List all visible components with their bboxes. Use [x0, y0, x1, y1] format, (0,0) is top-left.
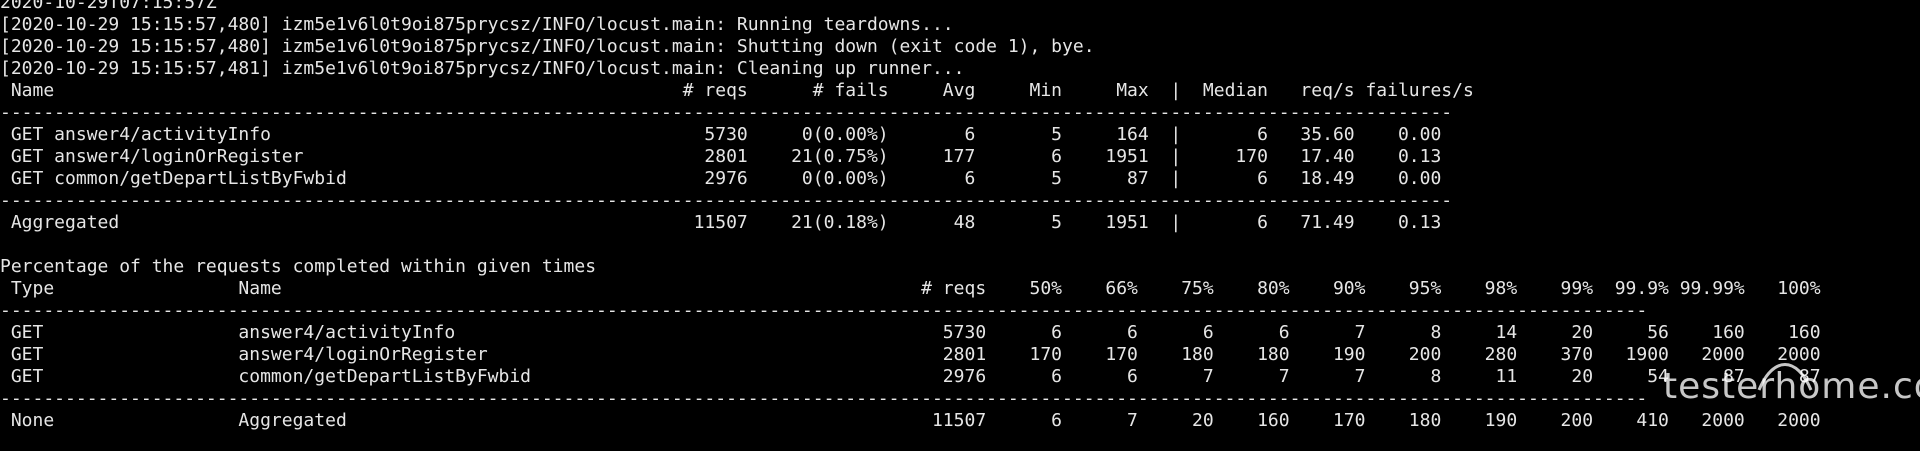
stats-row-aggregated: Aggregated 11507 21(0.18%) 48 5 1951 | 6…	[0, 212, 1442, 233]
percentiles-row-activityinfo: GET answer4/activityInfo 5730 6 6 6 6 7 …	[0, 322, 1821, 343]
percentiles-row-getdepartlist: GET common/getDepartListByFwbid 2976 6 6…	[0, 366, 1821, 387]
stats-row-loginorregister: GET answer4/loginOrRegister 2801 21(0.75…	[0, 146, 1442, 167]
stats-row-getdepartlist: GET common/getDepartListByFwbid 2976 0(0…	[0, 168, 1442, 189]
testerhome-watermark: testerhome.com	[1655, 363, 1920, 428]
percentiles-row-aggregated: None Aggregated 11507 6 7 20 160 170 180…	[0, 410, 1821, 431]
stats-table-header: Name # reqs # fails Avg Min Max | Median…	[0, 80, 1474, 101]
log-line-teardowns: [2020-10-29 15:15:57,480] izm5e1v6l0t9oi…	[0, 14, 954, 35]
terminal-window: 2020-10-29T07:15:57Z [2020-10-29 15:15:5…	[0, 0, 1920, 451]
stats-table-divider-bottom: ----------------------------------------…	[0, 190, 1453, 211]
log-line-timestamp: 2020-10-29T07:15:57Z	[0, 0, 217, 13]
percentiles-title: Percentage of the requests completed wit…	[0, 256, 597, 277]
stats-table-divider: ----------------------------------------…	[0, 102, 1453, 123]
percentiles-table-divider: ----------------------------------------…	[0, 300, 1648, 321]
watermark-text: testerhome.com	[1663, 366, 1920, 407]
stats-row-activityinfo: GET answer4/activityInfo 5730 0(0.00%) 6…	[0, 124, 1442, 145]
log-line-shutdown: [2020-10-29 15:15:57,480] izm5e1v6l0t9oi…	[0, 36, 1095, 57]
log-line-cleanup: [2020-10-29 15:15:57,481] izm5e1v6l0t9oi…	[0, 58, 965, 79]
percentiles-table-header: Type Name # reqs 50% 66% 75% 80% 90% 95%…	[0, 278, 1821, 299]
percentiles-row-loginorregister: GET answer4/loginOrRegister 2801 170 170…	[0, 344, 1821, 365]
percentiles-table-divider-bottom: ----------------------------------------…	[0, 388, 1648, 409]
